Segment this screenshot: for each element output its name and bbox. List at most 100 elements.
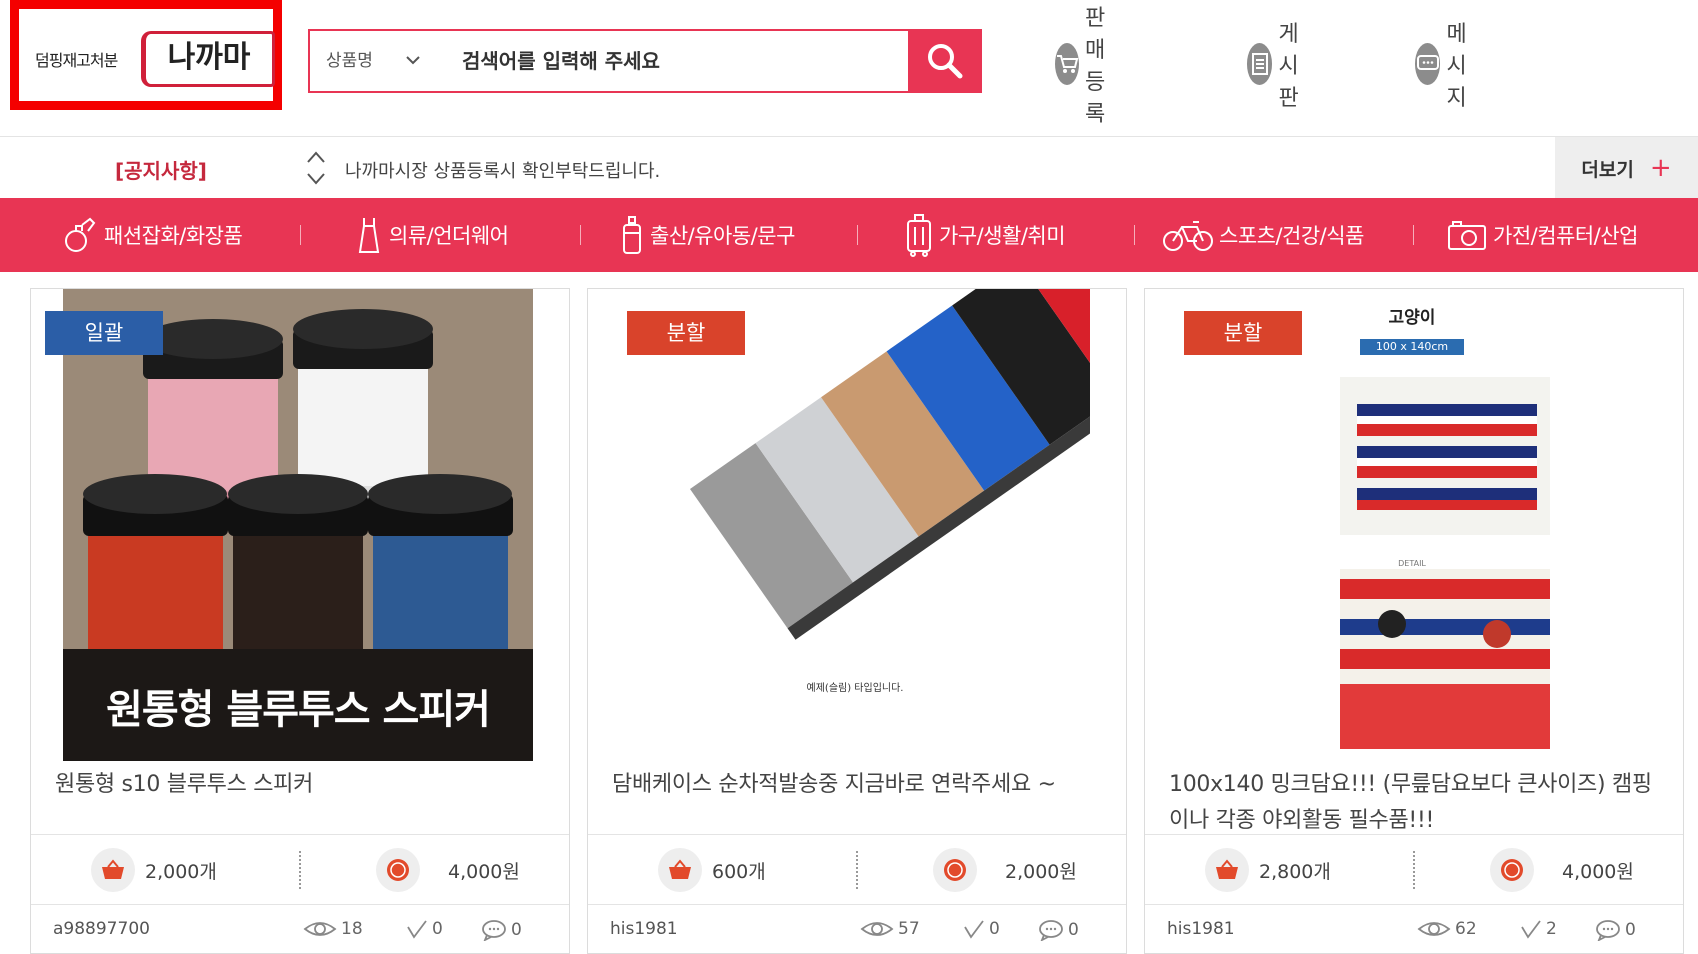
- product-meta: his1981 62 2 0: [1145, 904, 1683, 954]
- eye-icon: [860, 922, 894, 936]
- stat-divider: [299, 851, 301, 889]
- comments-count: 0: [481, 919, 522, 941]
- checks-count: 2: [1520, 919, 1557, 939]
- category-divider: [580, 225, 581, 245]
- image-caption: 원통형 블루투스 스피커: [106, 687, 491, 733]
- quantity-value: 600개: [712, 860, 766, 883]
- image-caption: 예제(슬림) 타입입니다.: [806, 683, 904, 694]
- won-coin-icon: [1490, 848, 1534, 892]
- notice-scroll-arrows-icon[interactable]: [305, 149, 327, 187]
- category-divider: [1134, 225, 1135, 245]
- views-count: 62: [1417, 919, 1477, 939]
- price-value: 4,000원: [448, 860, 520, 883]
- sell-register-label: 판매등록: [1085, 6, 1106, 127]
- product-title[interactable]: 담배케이스 순차적발송중 지금바로 연락주세요 ~: [612, 767, 1104, 803]
- category-furniture[interactable]: 가구/생활/취미: [905, 198, 1066, 272]
- won-coin-icon: [933, 848, 977, 892]
- search-category-select[interactable]: 상품명: [326, 31, 373, 91]
- category-fashion[interactable]: 패션잡화/화장품: [62, 198, 243, 272]
- category-label: 출산/유아동/문구: [650, 224, 795, 248]
- product-image[interactable]: 원통형 블루투스 스피커: [63, 289, 533, 761]
- camera-icon: [1448, 221, 1486, 250]
- views-count: 18: [303, 919, 363, 939]
- more-label: 더보기: [1581, 158, 1634, 181]
- sell-register-link[interactable]: 판매등록: [1055, 6, 1123, 127]
- message-label: 메시지: [1446, 22, 1467, 111]
- notice-text[interactable]: 나까마시장 상품등록시 확인부탁드립니다.: [345, 157, 660, 183]
- seller-id[interactable]: his1981: [1167, 919, 1235, 939]
- product-title[interactable]: 100x140 밍크담요!!! (무릎담요보다 큰사이즈) 캠핑이나 각종 야외…: [1169, 767, 1661, 839]
- category-divider: [1413, 225, 1414, 245]
- quantity-value: 2,000개: [145, 860, 217, 883]
- price-value: 2,000원: [1005, 860, 1077, 883]
- comment-icon: [1039, 920, 1063, 941]
- comments-value: 0: [511, 920, 522, 940]
- baby-bottle-icon: [623, 216, 641, 254]
- dress-icon: [358, 218, 380, 253]
- category-divider: [300, 225, 301, 245]
- blanket-product-photo: [1340, 377, 1550, 749]
- price-stat: 4,000원: [1490, 847, 1634, 893]
- category-divider: [857, 225, 858, 245]
- category-sports[interactable]: 스포츠/건강/식품: [1163, 198, 1364, 272]
- category-label: 스포츠/건강/식품: [1219, 224, 1364, 248]
- comment-icon: [482, 920, 506, 941]
- more-button[interactable]: 더보기 +: [1555, 137, 1698, 199]
- product-card[interactable]: 고양이 100 x 140cm DETAIL 분할 100x140 밍크담요!!…: [1144, 288, 1684, 954]
- bicycle-icon: [1163, 221, 1213, 251]
- product-image[interactable]: 고양이 100 x 140cm DETAIL: [1177, 289, 1647, 761]
- price-stat: 4,000원: [376, 847, 520, 893]
- search-bar: 상품명: [308, 29, 982, 93]
- logo-wordmark: 나까마: [141, 31, 275, 87]
- views-value: 57: [898, 919, 920, 939]
- won-coin-icon: [376, 848, 420, 892]
- chevron-down-icon[interactable]: [402, 47, 424, 73]
- message-link[interactable]: 메시지: [1415, 22, 1483, 111]
- site-logo[interactable]: 덤핑재고처분 나까마: [10, 0, 282, 110]
- product-stats: 2,800개 4,000원: [1145, 834, 1683, 904]
- checks-count: 0: [963, 919, 1000, 939]
- seller-id[interactable]: a98897700: [53, 919, 150, 939]
- check-icon: [964, 920, 984, 939]
- basket-icon: [1205, 848, 1249, 892]
- category-baby[interactable]: 출산/유아동/문구: [620, 198, 795, 272]
- split-badge: 분할: [627, 311, 745, 355]
- product-card[interactable]: 원통형 블루투스 스피커 일괄 원통형 s10 블루투스 스피커 2,000개 …: [30, 288, 570, 954]
- header: 덤핑재고처분 나까마 상품명 판매등록 게시판: [0, 0, 1698, 130]
- image-detail-label: DETAIL: [1398, 559, 1426, 568]
- product-stats: 600개 2,000원: [588, 834, 1126, 904]
- search-input[interactable]: [462, 39, 802, 83]
- comments-value: 0: [1625, 920, 1636, 940]
- plus-icon: +: [1649, 153, 1672, 183]
- message-icon: [1415, 43, 1441, 85]
- product-title[interactable]: 원통형 s10 블루투스 스피커: [55, 767, 547, 803]
- comments-value: 0: [1068, 920, 1079, 940]
- product-image[interactable]: 예제(슬림) 타입입니다.: [620, 289, 1090, 761]
- cart-icon: [1055, 43, 1079, 85]
- category-label: 의류/언더웨어: [389, 224, 509, 248]
- board-link[interactable]: 게시판: [1247, 22, 1315, 111]
- eye-icon: [303, 922, 337, 936]
- category-label: 패션잡화/화장품: [104, 224, 243, 248]
- stat-divider: [1413, 851, 1415, 889]
- perfume-icon: [65, 217, 96, 252]
- search-icon: [928, 44, 963, 79]
- search-button[interactable]: [908, 29, 982, 93]
- quantity-stat: 2,000개: [91, 847, 217, 893]
- category-bar: 패션잡화/화장품 의류/언더웨어 출산/유아동/문구 가구/생활/취미 스포츠/…: [0, 198, 1698, 272]
- views-value: 18: [341, 919, 363, 939]
- seller-id[interactable]: his1981: [610, 919, 678, 939]
- product-card[interactable]: 예제(슬림) 타입입니다. 분할 담배케이스 순차적발송중 지금바로 연락주세요…: [587, 288, 1127, 954]
- eye-icon: [1417, 922, 1451, 936]
- notice-label: [공지사항]: [115, 159, 207, 183]
- stat-divider: [856, 851, 858, 889]
- comments-count: 0: [1038, 919, 1079, 941]
- category-electronics[interactable]: 가전/컴퓨터/산업: [1447, 198, 1638, 272]
- comments-count: 0: [1595, 919, 1636, 941]
- product-stats: 2,000개 4,000원: [31, 834, 569, 904]
- category-label: 가구/생활/취미: [939, 224, 1066, 248]
- category-clothing[interactable]: 의류/언더웨어: [355, 198, 509, 272]
- checks-value: 0: [432, 919, 443, 939]
- logo-subtitle: 덤핑재고처분: [35, 51, 118, 70]
- bulk-badge: 일괄: [45, 311, 163, 355]
